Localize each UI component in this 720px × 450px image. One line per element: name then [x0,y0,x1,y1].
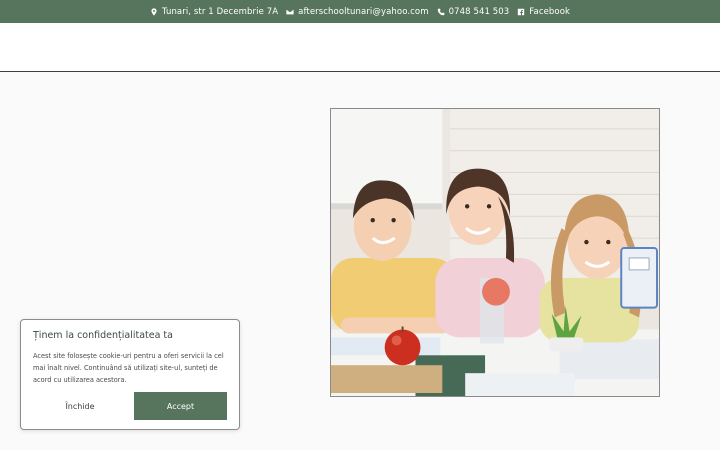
close-button[interactable]: Închide [33,392,127,420]
facebook-icon [518,8,525,15]
map-marker-icon [151,7,157,16]
accept-button[interactable]: Accept [134,392,227,420]
hero-image [330,108,660,397]
cookie-title: Ținem la confidențialitatea ta [33,330,173,341]
email-link[interactable]: afterschooltunari@yahoo.com [298,7,428,17]
envelope-icon [286,9,294,14]
phone-icon [437,8,445,15]
cookie-consent-dialog: Ținem la confidențialitatea ta Acest sit… [20,319,240,430]
top-contact-bar: Tunari, str 1 Decembrie 7A afterschooltu… [0,0,720,23]
facebook-item[interactable]: Facebook [517,7,570,17]
address-text: Tunari, str 1 Decembrie 7A [161,6,279,17]
email-item[interactable]: afterschooltunari@yahoo.com [286,7,429,17]
phone-item[interactable]: 0748 541 503 [437,7,510,17]
children-classroom-illustration [331,109,659,396]
phone-link[interactable]: 0748 541 503 [449,7,510,17]
site-header [0,23,720,72]
cookie-text: Acest site folosește cookie-uri pentru a… [33,352,224,384]
address-item: Tunari, str 1 Decembrie 7A [150,7,278,17]
facebook-link[interactable]: Facebook [529,7,570,17]
